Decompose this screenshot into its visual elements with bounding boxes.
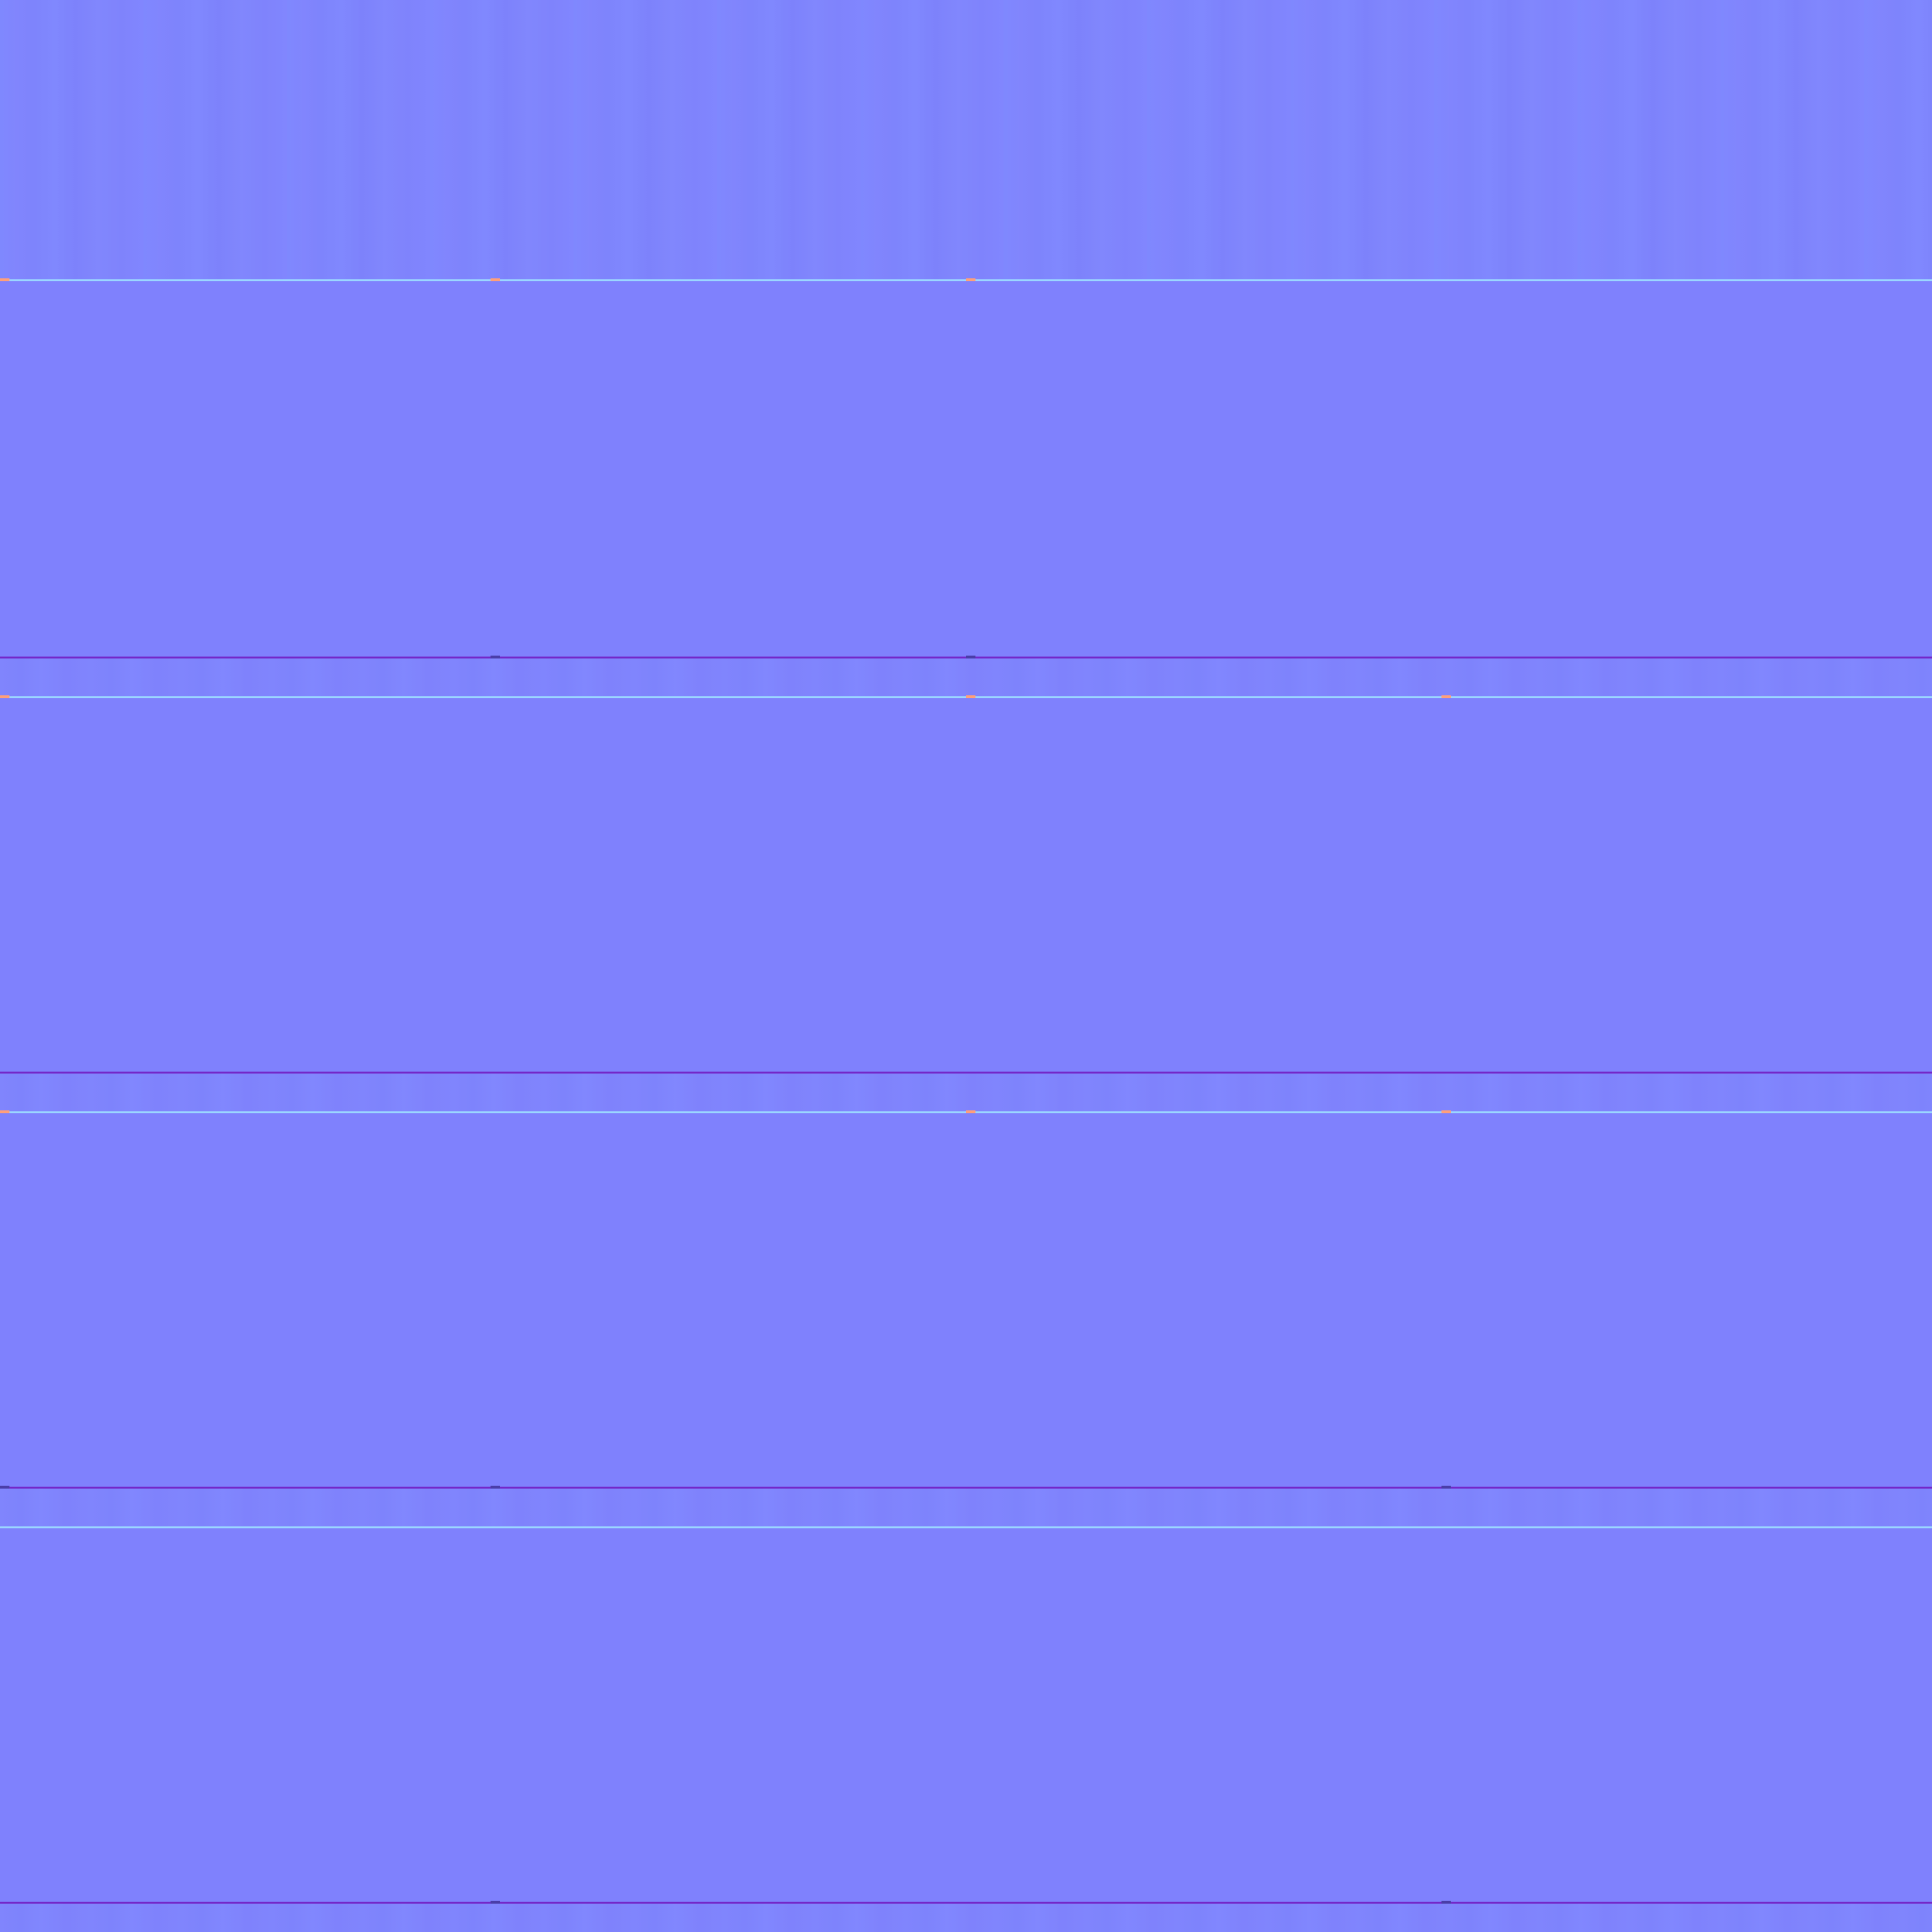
seam-node-11 bbox=[966, 656, 975, 658]
seam-node-2 bbox=[491, 278, 500, 281]
seam-node-13 bbox=[491, 1486, 500, 1489]
seam-node-7 bbox=[0, 1110, 9, 1113]
seam-node-12 bbox=[0, 1486, 9, 1489]
panel-2 bbox=[0, 698, 1932, 1072]
seam-node-3 bbox=[966, 278, 975, 281]
seam-node-14 bbox=[1441, 1486, 1451, 1489]
panel-4 bbox=[0, 1528, 1932, 1902]
seam-node-10 bbox=[491, 656, 500, 658]
panel-1 bbox=[0, 281, 1932, 657]
seam-node-15 bbox=[491, 1901, 500, 1904]
seam-node-4 bbox=[0, 695, 9, 698]
seam-node-6 bbox=[1441, 695, 1451, 698]
gap-band-4 bbox=[0, 1904, 1932, 1932]
seam-node-1 bbox=[0, 278, 9, 281]
top-noisy-band bbox=[0, 0, 1932, 279]
seam-node-9 bbox=[1441, 1110, 1451, 1113]
seam-node-16 bbox=[1441, 1901, 1451, 1904]
normal-map-texture bbox=[0, 0, 1932, 1932]
gap-band-1 bbox=[0, 658, 1932, 698]
seam-node-5 bbox=[966, 695, 975, 698]
panel-3 bbox=[0, 1113, 1932, 1487]
gap-band-2 bbox=[0, 1074, 1932, 1113]
seam-node-8 bbox=[966, 1110, 975, 1113]
gap-band-3 bbox=[0, 1489, 1932, 1528]
